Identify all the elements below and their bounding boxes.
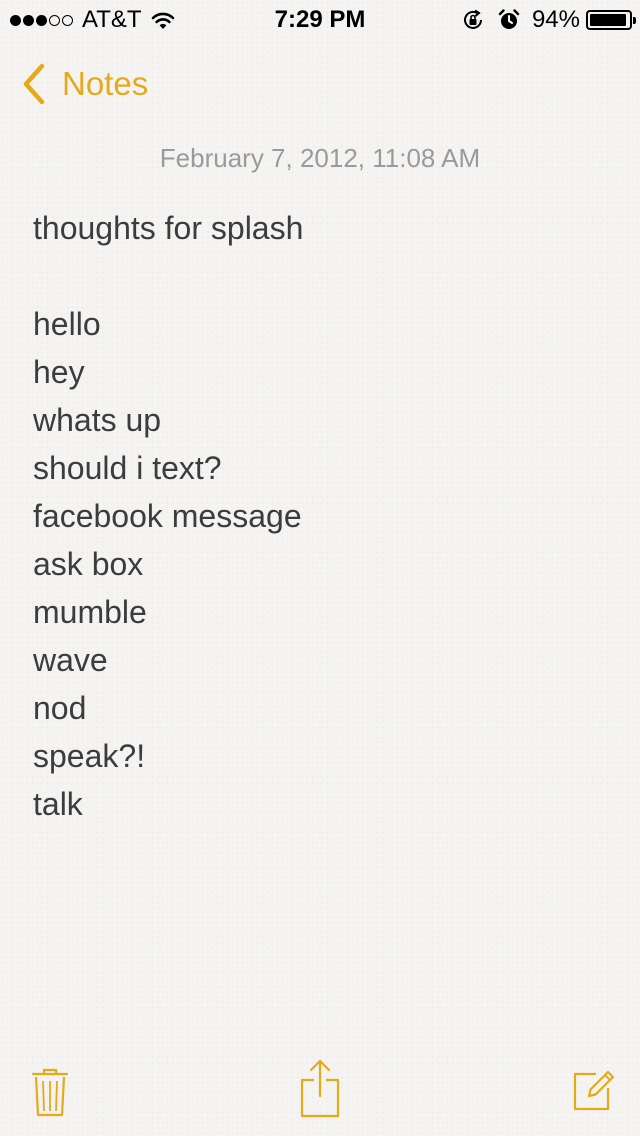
note-line: wave: [33, 642, 108, 678]
battery-icon: [586, 10, 636, 30]
trash-icon: [30, 1068, 70, 1124]
alarm-icon: [498, 9, 520, 31]
delete-button[interactable]: [30, 1064, 70, 1120]
note-body[interactable]: thoughts for splash hello hey whats up s…: [33, 204, 613, 828]
note-line: whats up: [33, 402, 162, 438]
chevron-left-icon: [20, 62, 48, 106]
note-line: talk: [33, 786, 83, 822]
note-line: mumble: [33, 594, 147, 630]
compose-button[interactable]: [572, 1066, 616, 1112]
note-line: hello: [33, 306, 101, 342]
note-line: [33, 252, 613, 300]
back-button[interactable]: Notes: [20, 62, 148, 106]
share-button[interactable]: [299, 1058, 341, 1120]
note-line: thoughts for splash: [33, 210, 304, 246]
lock-rotation-icon: [462, 9, 484, 31]
note-line: facebook message: [33, 498, 302, 534]
note-line: nod: [33, 690, 87, 726]
note-line: speak?!: [33, 738, 146, 774]
share-icon: [299, 1059, 341, 1124]
note-line: hey: [33, 354, 85, 390]
status-bar: AT&T 7:29 PM 94%: [0, 0, 640, 40]
note-date: February 7, 2012, 11:08 AM: [159, 143, 481, 173]
status-right: 94%: [462, 6, 636, 33]
bottom-toolbar: [0, 1048, 640, 1136]
note-line: ask box: [33, 546, 144, 582]
note-line: should i text?: [33, 450, 222, 486]
navigation-bar: Notes: [0, 40, 640, 128]
battery-fill: [590, 14, 626, 26]
back-button-label: Notes: [62, 65, 149, 102]
battery-percentage: 94%: [531, 6, 580, 33]
compose-icon: [572, 1070, 616, 1116]
